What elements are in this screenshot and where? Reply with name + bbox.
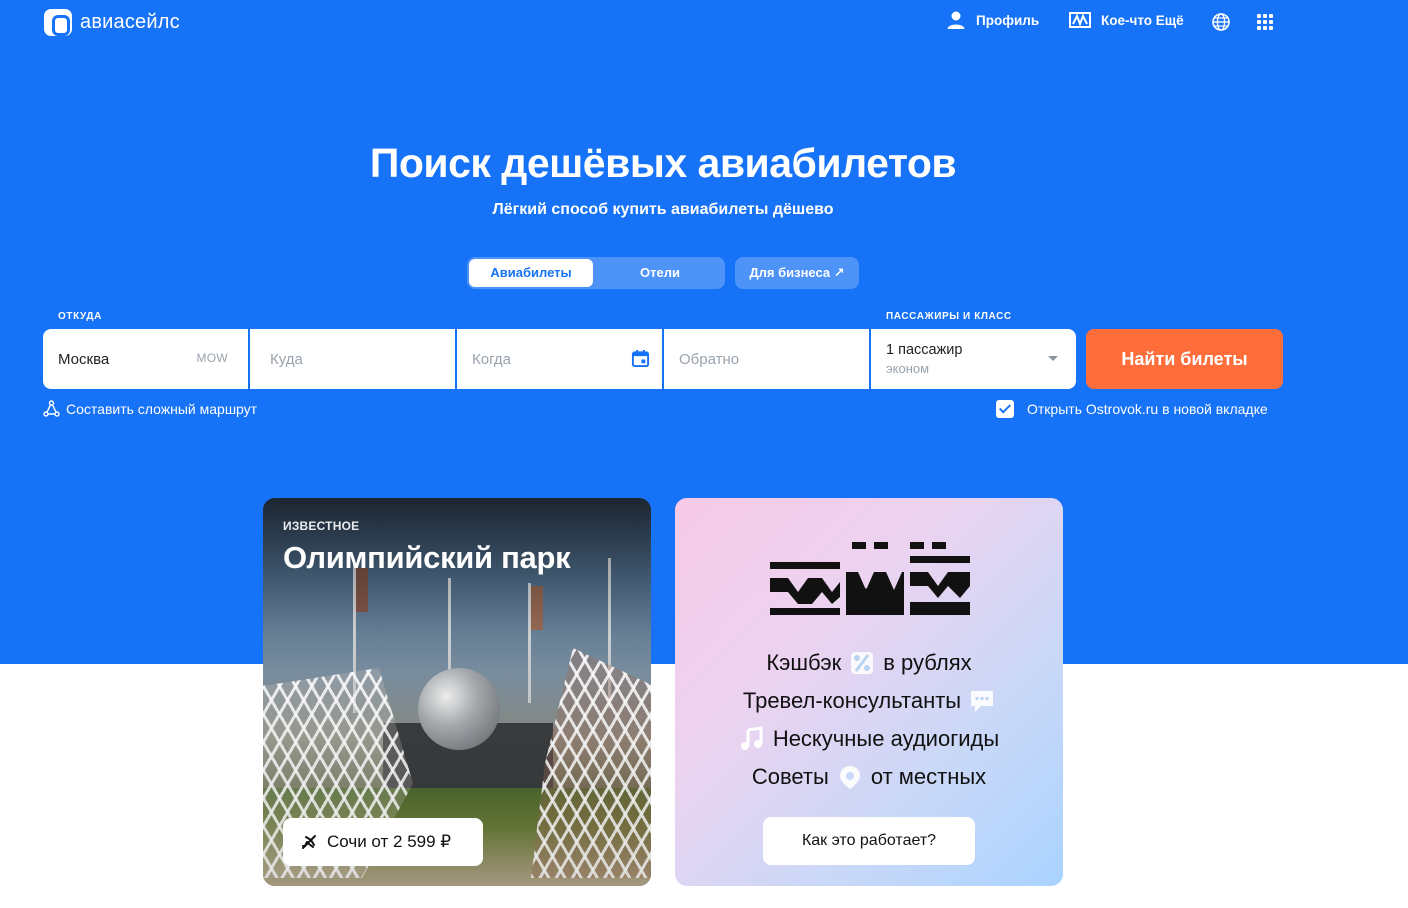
feature-consultants: Тревел-консультанты <box>675 682 1063 720</box>
page: авиасейлс Профиль Кое-что Ещё Поиск дешё… <box>0 0 1408 908</box>
calendar-icon[interactable] <box>631 349 650 368</box>
complex-route-link[interactable]: Составить сложный маршрут <box>43 400 257 417</box>
ostrovok-label: Открыть Ostrovok.ru в новой вкладке <box>1027 401 1268 417</box>
logo[interactable]: авиасейлс <box>44 9 180 36</box>
tab-hotels[interactable]: Отели <box>597 259 723 287</box>
from-iata-code: MOW <box>196 351 228 365</box>
more-link[interactable]: Кое-что Ещё <box>1069 10 1184 30</box>
tab-flights[interactable]: Авиабилеты <box>469 259 593 287</box>
search-tabs: Авиабилеты Отели <box>467 257 725 289</box>
feature-text: Советы <box>751 764 829 789</box>
music-note-icon <box>740 726 763 750</box>
business-link[interactable]: Для бизнеса ↗ <box>735 257 859 289</box>
feature-local-tips: Советы от местных <box>675 758 1063 796</box>
more-icon <box>1069 12 1091 28</box>
location-pin-icon <box>839 766 860 789</box>
card-title: Олимпийский парк <box>283 540 571 575</box>
how-it-works-button[interactable]: Как это работает? <box>763 817 975 865</box>
from-label: ОТКУДА <box>58 311 102 322</box>
price-button[interactable]: Сочи от 2 599 ₽ <box>283 818 483 866</box>
when-placeholder: Когда <box>472 350 511 368</box>
return-placeholder: Обратно <box>679 350 740 368</box>
destination-card-olympic-park[interactable]: ИЗВЕСТНОЕ Олимпийский парк Сочи от 2 599… <box>263 498 651 886</box>
page-subtitle: Лёгкий способ купить авиабилеты дёшево <box>492 201 834 218</box>
from-value: Москва <box>58 350 110 368</box>
from-field[interactable]: Москва MOW <box>43 329 248 389</box>
logo-icon <box>44 9 72 36</box>
promo-card-eshche[interactable]: Кэшбэк в рублях Тревел-консультанты Неск… <box>675 498 1063 886</box>
return-date-field[interactable]: Обратно <box>664 329 869 389</box>
search-button[interactable]: Найти билеты <box>1086 329 1283 389</box>
page-title: Поиск дешёвых авиабилетов <box>369 140 957 186</box>
passengers-label: ПАССАЖИРЫ И КЛАСС <box>886 311 1012 322</box>
user-icon <box>947 11 965 29</box>
profile-label: Профиль <box>976 12 1040 28</box>
apps-grid-icon[interactable] <box>1257 14 1273 30</box>
feature-text: в рублях <box>883 650 972 675</box>
price-label: Сочи от 2 599 ₽ <box>327 832 452 851</box>
feature-text: Тревел-консультанты <box>742 688 962 713</box>
feature-text: Кэшбэк <box>766 650 842 675</box>
globe-icon[interactable] <box>1211 12 1231 32</box>
to-placeholder: Куда <box>270 350 303 368</box>
eshche-logo <box>770 542 970 615</box>
promo-features: Кэшбэк в рублях Тревел-консультанты Неск… <box>675 644 1063 796</box>
feature-audioguides: Нескучные аудиогиды <box>675 720 1063 758</box>
checkbox-checked-icon[interactable] <box>996 400 1014 418</box>
card-category: ИЗВЕСТНОЕ <box>283 519 360 533</box>
route-icon <box>43 400 60 417</box>
percent-icon <box>851 652 874 674</box>
chevron-down-icon <box>1048 356 1058 361</box>
travel-class: эконом <box>886 361 930 376</box>
plane-icon <box>302 835 316 849</box>
complex-route-label: Составить сложный маршрут <box>66 400 258 417</box>
passengers-field[interactable]: 1 пассажир эконом <box>871 329 1076 389</box>
to-field[interactable]: Куда <box>250 329 455 389</box>
feature-cashback: Кэшбэк в рублях <box>675 644 1063 682</box>
departure-date-field[interactable]: Когда <box>457 329 662 389</box>
feature-text: Нескучные аудиогиды <box>772 726 1000 751</box>
ostrovok-checkbox[interactable]: Открыть Ostrovok.ru в новой вкладке <box>996 400 1268 418</box>
passenger-count: 1 пассажир <box>886 342 963 358</box>
chat-icon <box>971 691 994 712</box>
logo-text: авиасейлс <box>80 11 180 33</box>
profile-link[interactable]: Профиль <box>946 10 1039 30</box>
feature-text: от местных <box>870 764 987 789</box>
more-label: Кое-что Ещё <box>1101 12 1184 28</box>
